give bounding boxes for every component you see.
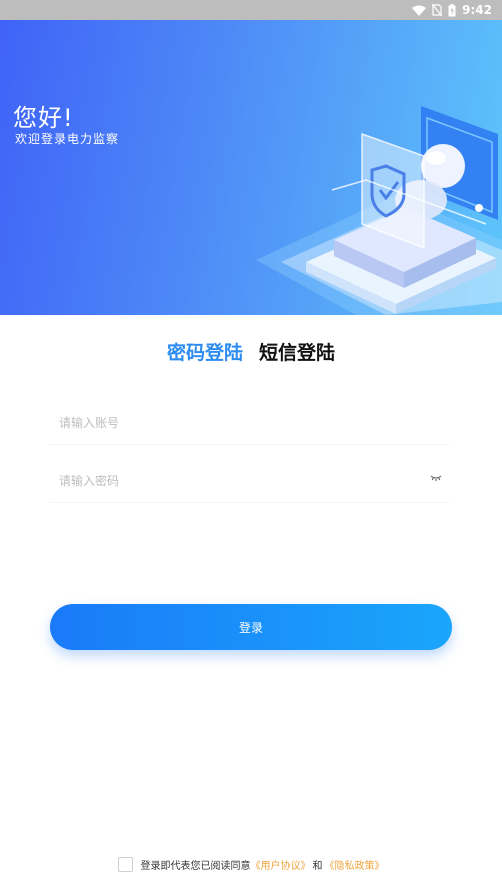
password-field — [50, 458, 450, 504]
eye-closed-icon[interactable] — [430, 474, 442, 482]
account-input[interactable] — [50, 400, 401, 446]
agreement-conjunction: 和 — [312, 861, 323, 872]
agreement-checkbox[interactable] — [117, 857, 133, 872]
password-input[interactable] — [50, 458, 401, 504]
user-agreement-link[interactable]: 《用户协议》 — [251, 857, 311, 872]
tab-sms-login[interactable]: 短信登陆 — [259, 338, 335, 365]
status-bar: 9:42 — [0, 0, 502, 20]
privacy-policy-link[interactable]: 《隐私政策》 — [325, 857, 385, 872]
login-tabs: 密码登陆 短信登陆 — [0, 338, 502, 365]
greeting-title: 您好! — [13, 104, 74, 132]
agreement-row: 登录即代表您已阅读同意 《用户协议》 和 《隐私政策》 — [0, 857, 502, 872]
tab-password-login[interactable]: 密码登陆 — [167, 338, 243, 365]
welcome-subtitle: 欢迎登录电力监察 — [15, 132, 120, 146]
hero-banner: 您好! 欢迎登录电力监察 — [0, 20, 502, 315]
account-field — [50, 400, 450, 446]
agreement-prefix: 登录即代表您已阅读同意 — [140, 861, 251, 872]
security-shield-illustration — [256, 106, 502, 315]
login-button[interactable]: 登录 — [50, 604, 452, 650]
wifi-icon — [412, 5, 427, 16]
battery-icon — [448, 3, 456, 16]
no-sim-icon — [432, 4, 443, 16]
status-time: 9:42 — [462, 3, 492, 17]
